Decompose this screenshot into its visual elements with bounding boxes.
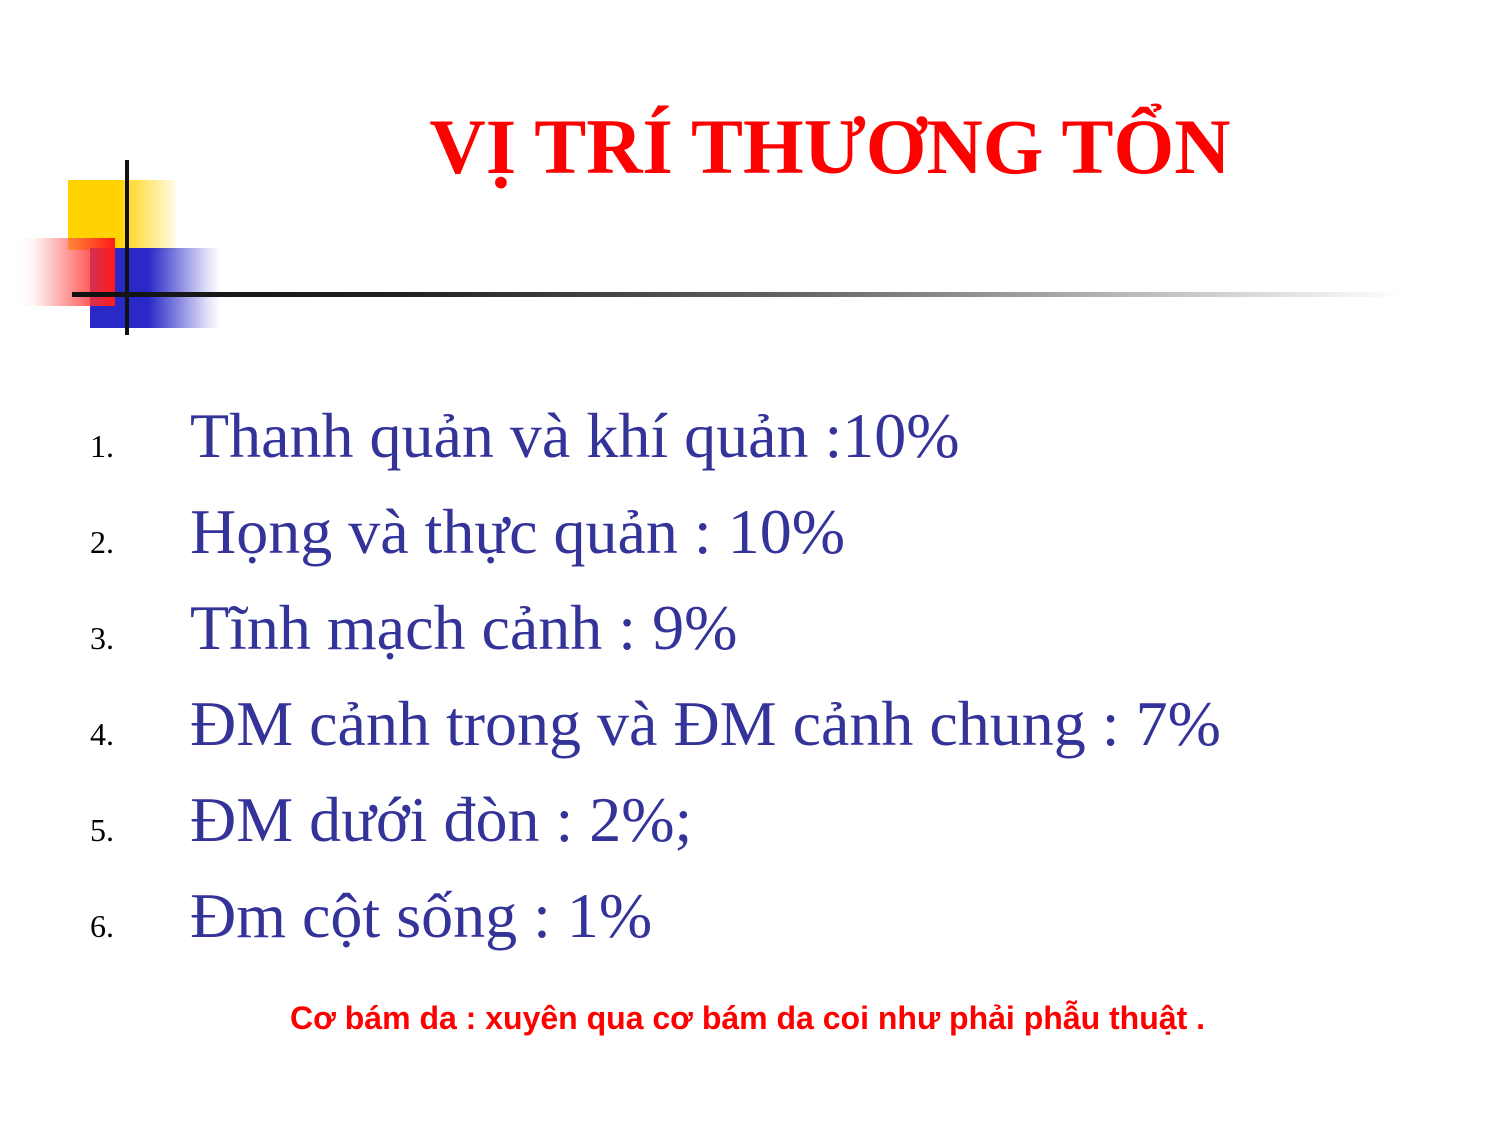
list-item: 5. ĐM dưới đòn : 2%; — [0, 782, 1500, 878]
list-item: 6. Đm cột sống : 1% — [0, 878, 1500, 974]
item-number: 5. — [90, 812, 114, 848]
decorative-vertical-line — [125, 160, 129, 335]
list-item: 4. ĐM cảnh trong và ĐM cảnh chung : 7% — [0, 686, 1500, 782]
title-underline — [72, 292, 1402, 297]
item-text: Thanh quản và khí quản :10% — [190, 400, 960, 471]
list-item: 3. Tĩnh mạch cảnh : 9% — [0, 590, 1500, 686]
item-text: Đm cột sống : 1% — [190, 880, 653, 951]
item-number: 3. — [90, 620, 114, 656]
item-number: 4. — [90, 716, 114, 752]
list-item: 2. Họng và thực quản : 10% — [0, 494, 1500, 590]
item-number: 1. — [90, 428, 114, 464]
item-number: 6. — [90, 908, 114, 944]
slide: VỊ TRÍ THƯƠNG TỔN 1. Thanh quản và khí q… — [0, 0, 1500, 1125]
injury-location-list: 1. Thanh quản và khí quản :10% 2. Họng v… — [0, 398, 1500, 974]
item-text: ĐM dưới đòn : 2%; — [190, 784, 693, 855]
item-text: Họng và thực quản : 10% — [190, 496, 845, 567]
item-text: ĐM cảnh trong và ĐM cảnh chung : 7% — [190, 688, 1221, 759]
list-item: 1. Thanh quản và khí quản :10% — [0, 398, 1500, 494]
slide-title: VỊ TRÍ THƯƠNG TỔN — [429, 103, 1231, 190]
item-text: Tĩnh mạch cảnh : 9% — [190, 592, 738, 663]
item-number: 2. — [90, 524, 114, 560]
footnote: Cơ bám da : xuyên qua cơ bám da coi như … — [290, 1000, 1205, 1036]
